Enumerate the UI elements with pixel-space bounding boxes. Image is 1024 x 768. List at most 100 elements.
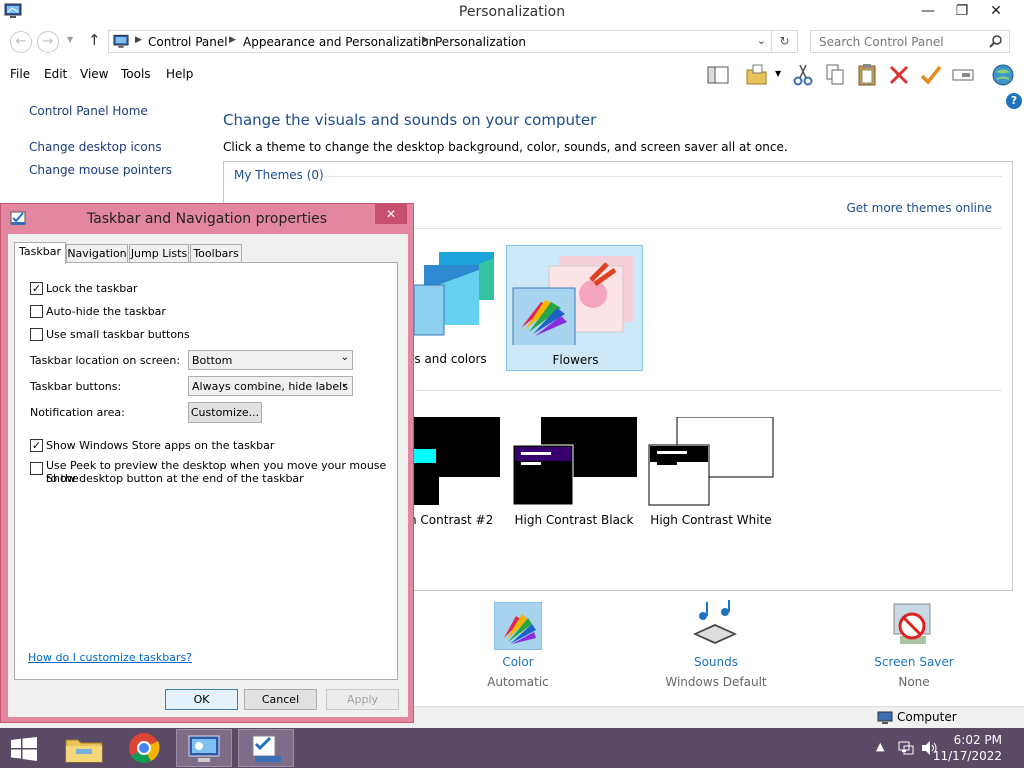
control-panel-icon	[113, 34, 129, 48]
taskbar-buttons-select[interactable]: Always combine, hide labels ⌄	[188, 376, 353, 396]
theme-flowers[interactable]: Flowers	[506, 245, 643, 371]
tab-navigation[interactable]: Navigation	[66, 244, 128, 263]
nav-change-mouse-pointers[interactable]: Change mouse pointers	[29, 163, 172, 177]
windows-theme-thumbnail[interactable]	[409, 250, 499, 340]
small-buttons-label[interactable]: Use small taskbar buttons	[46, 328, 190, 341]
flowers-theme-thumbnail	[512, 256, 633, 345]
get-more-themes-link[interactable]: Get more themes online	[846, 201, 992, 215]
customize-button[interactable]: Customize...	[188, 402, 262, 423]
my-themes-group-header[interactable]: My Themes (0)	[234, 168, 324, 182]
breadcrumb-personalization[interactable]: Personalization	[435, 35, 526, 49]
nav-change-desktop-icons[interactable]: Change desktop icons	[29, 140, 162, 154]
taskbar-clock[interactable]: 6:02 PM 11/17/2022	[933, 732, 1002, 764]
color-link[interactable]: Color	[448, 655, 588, 669]
delete-icon[interactable]	[886, 62, 912, 88]
lock-taskbar-label[interactable]: Lock the taskbar	[46, 282, 138, 295]
network-icon[interactable]	[898, 740, 914, 756]
apply-button[interactable]: Apply	[326, 689, 399, 710]
layout-pane-icon[interactable]	[705, 62, 731, 88]
ok-button[interactable]: OK	[165, 689, 238, 710]
breadcrumb-appearance[interactable]: Appearance and Personalization	[243, 35, 436, 49]
breadcrumb-separator-icon: ▶	[229, 35, 236, 45]
close-button[interactable]: ✕	[980, 0, 1012, 22]
peek-checkbox[interactable]	[30, 462, 43, 475]
properties-check-icon[interactable]	[918, 62, 944, 88]
color-value: Automatic	[487, 675, 549, 689]
menu-help[interactable]: Help	[166, 67, 193, 81]
control-panel-icon	[188, 735, 220, 762]
sounds-icon[interactable]	[689, 600, 741, 650]
help-customize-taskbars-link[interactable]: How do I customize taskbars?	[28, 651, 192, 664]
rename-icon[interactable]	[950, 62, 976, 88]
theme-label-high-contrast-white[interactable]: High Contrast White	[647, 513, 775, 527]
chrome-taskbar-button[interactable]	[116, 729, 172, 767]
search-input[interactable]: Search Control Panel	[810, 30, 1010, 53]
taskbar-location-select[interactable]: Bottom ⌄	[188, 350, 353, 370]
tab-taskbar[interactable]: Taskbar	[14, 242, 66, 264]
back-button[interactable]: ←	[10, 31, 32, 53]
menu-file[interactable]: File	[10, 67, 30, 81]
breadcrumb-control-panel[interactable]: Control Panel	[148, 35, 228, 49]
menu-view[interactable]: View	[80, 67, 108, 81]
taskbar-tab-page: ✓ Lock the taskbar Auto-hide the taskbar…	[14, 262, 398, 680]
theme-label-high-contrast-2[interactable]: h Contrast #2	[409, 513, 493, 527]
sounds-link[interactable]: Sounds	[646, 655, 786, 669]
taskbar-properties-icon	[252, 735, 281, 762]
refresh-button[interactable]: ↻	[772, 30, 798, 53]
cut-icon[interactable]	[790, 62, 816, 88]
show-hidden-icons-chevron-icon[interactable]: ▲	[876, 740, 884, 753]
tab-jump-lists[interactable]: Jump Lists	[129, 244, 189, 263]
store-apps-label[interactable]: Show Windows Store apps on the taskbar	[46, 439, 274, 452]
window-titlebar: Personalization — ❐ ✕	[0, 0, 1024, 24]
help-icon[interactable]: ?	[1006, 93, 1022, 109]
theme-label-windows[interactable]: es and colors	[407, 352, 487, 366]
paste-icon[interactable]	[854, 62, 880, 88]
folder-options-chevron-icon[interactable]: ▼	[775, 69, 781, 78]
lock-taskbar-checkbox[interactable]: ✓	[30, 282, 43, 295]
dialog-title: Taskbar and Navigation properties	[86, 211, 328, 227]
file-explorer-taskbar-button[interactable]	[56, 729, 112, 767]
theme-label-high-contrast-black[interactable]: High Contrast Black	[511, 513, 637, 527]
peek-label-line2[interactable]: Show desktop button at the end of the ta…	[46, 472, 304, 485]
auto-hide-checkbox[interactable]	[30, 305, 43, 318]
globe-icon[interactable]	[990, 62, 1016, 88]
control-panel-taskbar-button[interactable]	[176, 729, 232, 767]
search-placeholder: Search Control Panel	[819, 35, 944, 49]
computer-icon	[877, 711, 893, 724]
nav-control-panel-home[interactable]: Control Panel Home	[29, 104, 148, 118]
minimize-button[interactable]: —	[912, 0, 944, 22]
taskbar-properties-taskbar-button[interactable]	[238, 729, 294, 767]
folder-options-icon[interactable]	[744, 62, 770, 88]
high-contrast-2-thumbnail[interactable]	[409, 417, 504, 507]
search-icon[interactable]	[989, 34, 1003, 48]
status-computer: Computer	[897, 710, 957, 724]
up-button[interactable]: ↑	[88, 31, 101, 49]
address-bar[interactable]: ▶ Control Panel ▶ Appearance and Persona…	[108, 30, 772, 53]
dialog-close-button[interactable]: ✕	[375, 204, 407, 224]
auto-hide-label[interactable]: Auto-hide the taskbar	[46, 305, 166, 318]
address-row: ← → ▼ ↑ ▶ Control Panel ▶ Appearance and…	[0, 26, 1024, 56]
menu-edit[interactable]: Edit	[44, 67, 67, 81]
screen-saver-value: None	[898, 675, 930, 689]
store-apps-checkbox[interactable]: ✓	[30, 439, 43, 452]
tab-toolbars[interactable]: Toolbars	[190, 244, 242, 263]
screen-saver-icon[interactable]	[888, 600, 938, 650]
cancel-button[interactable]: Cancel	[244, 689, 317, 710]
location-label: Taskbar location on screen:	[30, 354, 181, 367]
windows-taskbar: ▲ 6:02 PM 11/17/2022	[0, 728, 1024, 768]
forward-button[interactable]: →	[37, 31, 59, 53]
restore-button[interactable]: ❐	[946, 0, 978, 22]
menu-tools[interactable]: Tools	[121, 67, 151, 81]
screen-saver-link[interactable]: Screen Saver	[844, 655, 984, 669]
taskbar-buttons-label: Taskbar buttons:	[30, 380, 122, 393]
high-contrast-black-thumbnail[interactable]	[511, 417, 639, 507]
address-dropdown-chevron-icon[interactable]: ⌄	[757, 34, 766, 47]
dialog-body: Taskbar Navigation Jump Lists Toolbars ✓…	[8, 234, 408, 717]
color-icon[interactable]	[494, 602, 542, 650]
copy-icon[interactable]	[822, 62, 848, 88]
high-contrast-white-thumbnail[interactable]	[647, 417, 775, 507]
small-buttons-checkbox[interactable]	[30, 328, 43, 341]
windows-start-icon[interactable]	[10, 737, 38, 761]
clock-time: 6:02 PM	[953, 733, 1002, 747]
recent-pages-chevron-icon[interactable]: ▼	[67, 35, 73, 44]
